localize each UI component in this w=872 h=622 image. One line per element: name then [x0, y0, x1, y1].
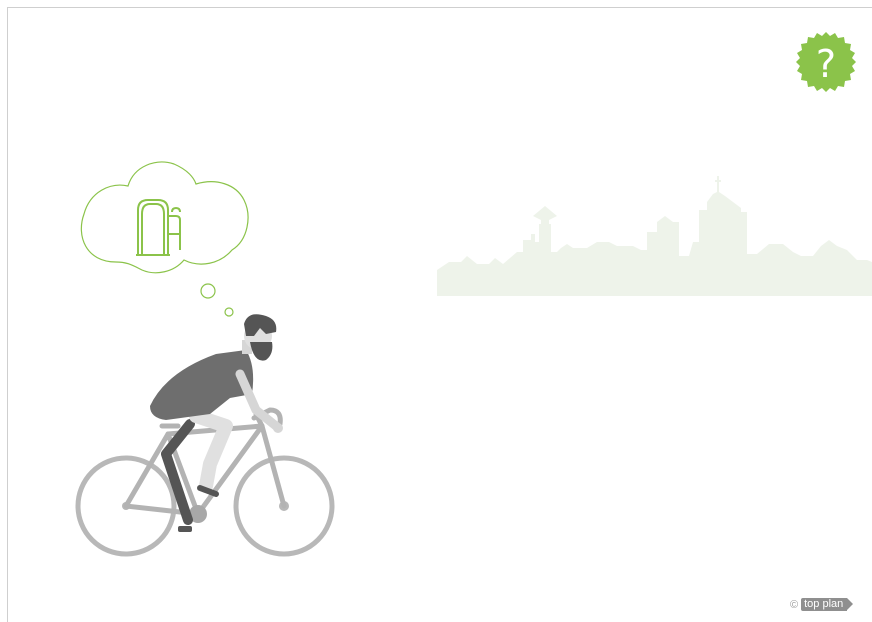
help-label: ?	[815, 42, 837, 86]
city-skyline	[437, 176, 872, 296]
copyright-footer: © top plan	[790, 598, 854, 611]
cyclist-illustration	[75, 314, 335, 557]
brand-logo[interactable]: top plan	[801, 598, 854, 611]
copyright-symbol: ©	[790, 598, 799, 611]
thought-bubble	[80, 161, 249, 317]
help-button[interactable]: ?	[792, 30, 860, 98]
